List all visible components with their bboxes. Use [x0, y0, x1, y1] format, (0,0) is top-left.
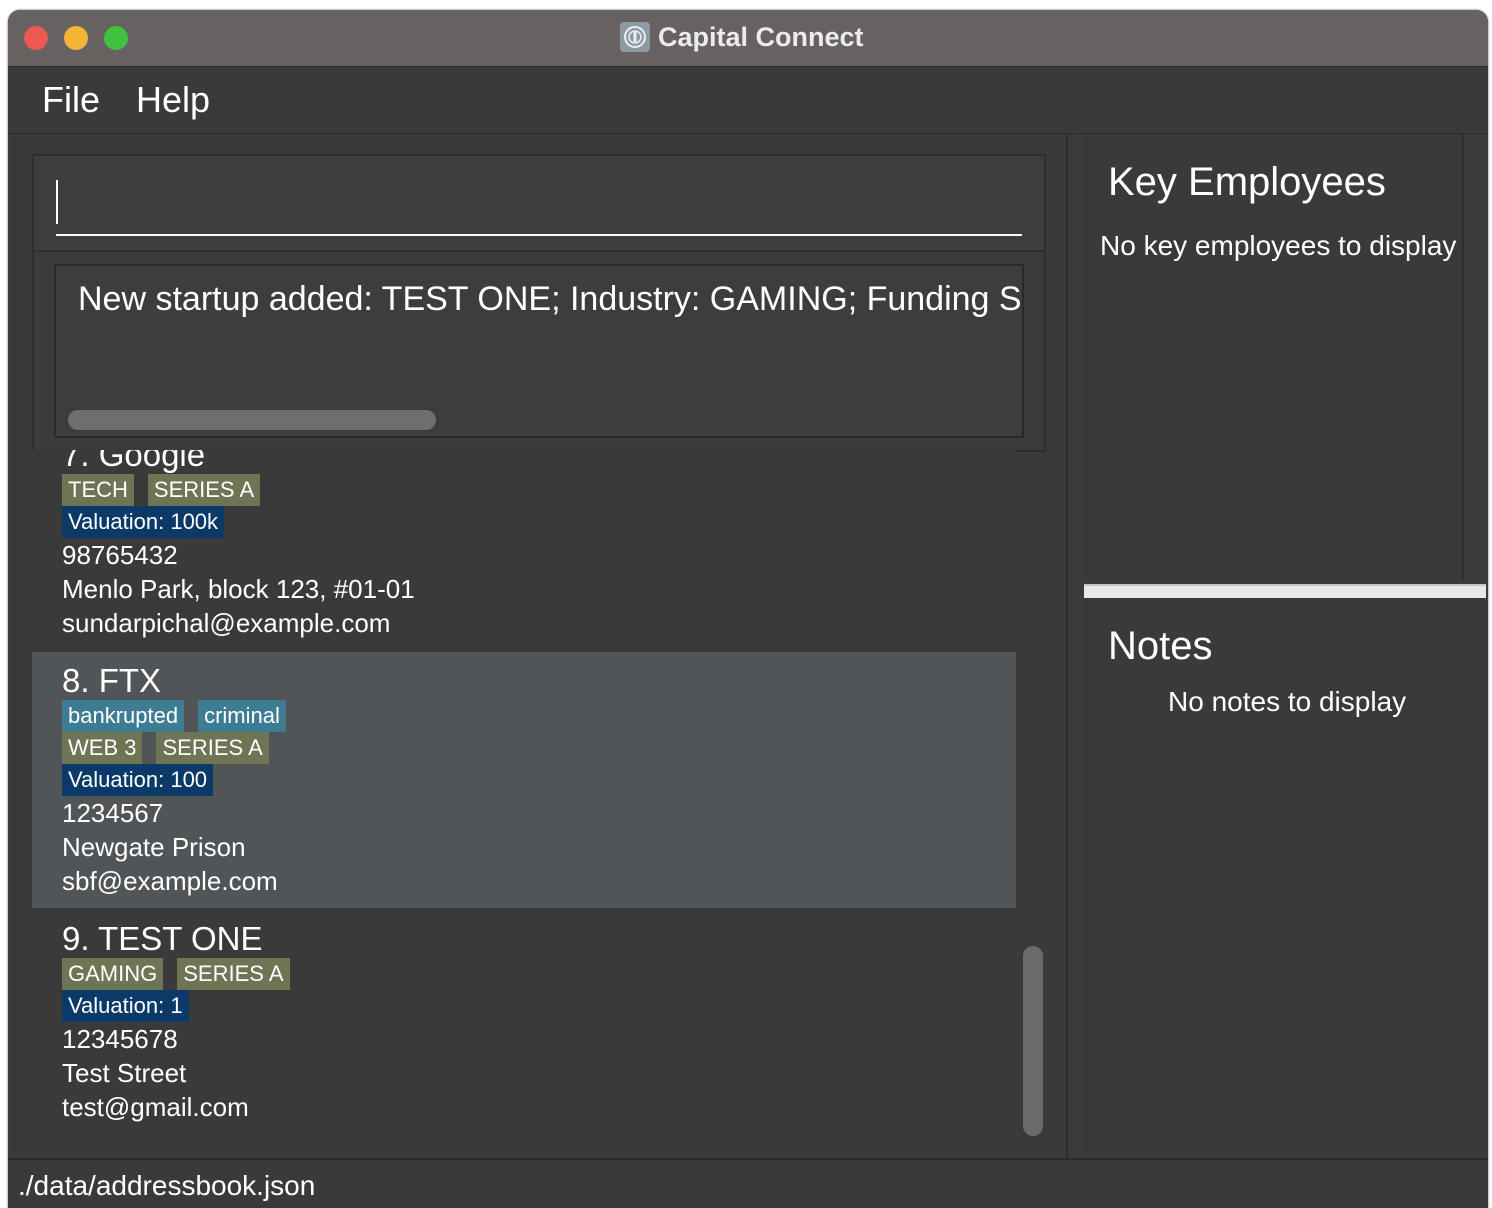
- app-logo-icon: [620, 22, 650, 52]
- desktop-background: [0, 0, 8, 1208]
- funding-stage-tag: SERIES A: [147, 474, 261, 506]
- startup-phone: 98765432: [62, 540, 178, 570]
- startup-name: TEST ONE: [98, 920, 263, 957]
- menu-bar: File Help: [8, 67, 1488, 134]
- startup-title: 9. TEST ONE: [62, 920, 263, 958]
- custom-tags: bankrupted criminal: [62, 700, 286, 732]
- funding-stage-tag: SERIES A: [156, 732, 269, 764]
- notes-empty-message: No notes to display: [1168, 686, 1407, 717]
- valuation-row: Valuation: 100k: [62, 506, 225, 538]
- valuation-row: Valuation: 100: [62, 764, 214, 796]
- startup-email: sbf@example.com: [62, 866, 278, 896]
- startup-index: 9.: [62, 920, 90, 957]
- startup-phone: 1234567: [62, 798, 164, 828]
- result-message: New startup added: TEST ONE; Industry: G…: [78, 280, 1024, 318]
- key-employees-empty-message: No key employees to display: [1100, 230, 1457, 261]
- menu-file[interactable]: File: [42, 79, 100, 121]
- command-box: [32, 154, 1046, 252]
- title-bar[interactable]: Capital Connect: [8, 10, 1488, 67]
- startup-email: test@gmail.com: [62, 1092, 249, 1122]
- industry-tags: GAMING SERIES A: [62, 958, 290, 990]
- startup-title: 8. FTX: [62, 662, 161, 700]
- startup-phone: 12345678: [62, 1024, 178, 1054]
- list-vertical-scrollbar[interactable]: [1023, 946, 1043, 1136]
- result-horizontal-scrollbar[interactable]: [68, 410, 436, 430]
- startup-index: 7.: [62, 450, 90, 473]
- app-window: Capital Connect File Help New startup ad…: [8, 10, 1488, 1208]
- startup-address: Test Street: [62, 1058, 187, 1088]
- custom-tag: bankrupted: [62, 700, 185, 732]
- valuation-tag: Valuation: 100: [62, 764, 214, 796]
- notes-panel: Notes No notes to display: [1084, 598, 1488, 1158]
- main-panel: New startup added: TEST ONE; Industry: G…: [12, 134, 1068, 1158]
- industry-tag: TECH: [62, 474, 134, 506]
- custom-tag: criminal: [198, 700, 286, 732]
- startup-name: Google: [98, 450, 206, 473]
- industry-tag: WEB 3: [62, 732, 143, 764]
- industry-tag: GAMING: [62, 958, 164, 990]
- maximize-window-button[interactable]: [104, 26, 128, 50]
- panel-split-divider[interactable]: [1084, 584, 1486, 598]
- startup-name: FTX: [98, 662, 162, 699]
- valuation-tag: Valuation: 1: [62, 990, 189, 1022]
- industry-tags: TECH SERIES A: [62, 474, 261, 506]
- industry-tags: WEB 3 SERIES A: [62, 732, 269, 764]
- startup-card[interactable]: 9. TEST ONE GAMING SERIES A Valuation: 1…: [32, 910, 1016, 1138]
- startup-address: Menlo Park, block 123, #01-01: [62, 574, 415, 604]
- notes-title: Notes: [1108, 624, 1213, 668]
- text-caret: [56, 180, 58, 224]
- key-employees-title: Key Employees: [1108, 160, 1386, 204]
- startup-index: 8.: [62, 662, 90, 699]
- status-file-path: ./data/addressbook.json: [18, 1170, 316, 1201]
- startup-card-selected[interactable]: 8. FTX bankrupted criminal WEB 3 SERIES …: [32, 652, 1016, 908]
- window-title-group: Capital Connect: [620, 20, 864, 54]
- close-window-button[interactable]: [24, 26, 48, 50]
- startup-card[interactable]: 7. Google TECH SERIES A Valuation: 100k …: [32, 450, 1016, 652]
- minimize-window-button[interactable]: [64, 26, 88, 50]
- menu-help[interactable]: Help: [136, 79, 210, 121]
- funding-stage-tag: SERIES A: [177, 958, 290, 990]
- command-input[interactable]: [56, 176, 1022, 236]
- valuation-tag: Valuation: 100k: [62, 506, 225, 538]
- valuation-row: Valuation: 1: [62, 990, 189, 1022]
- window-title: Capital Connect: [658, 21, 864, 52]
- status-bar: ./data/addressbook.json: [8, 1158, 1488, 1208]
- result-display-panel: New startup added: TEST ONE; Industry: G…: [32, 250, 1046, 452]
- result-display[interactable]: New startup added: TEST ONE; Industry: G…: [54, 264, 1024, 438]
- startup-email: sundarpichal@example.com: [62, 608, 391, 638]
- startup-list[interactable]: 7. Google TECH SERIES A Valuation: 100k …: [32, 450, 1016, 1140]
- startup-title: 7. Google: [62, 450, 205, 474]
- key-employees-panel: Key Employees No key employees to displa…: [1084, 134, 1464, 580]
- startup-address: Newgate Prison: [62, 832, 246, 862]
